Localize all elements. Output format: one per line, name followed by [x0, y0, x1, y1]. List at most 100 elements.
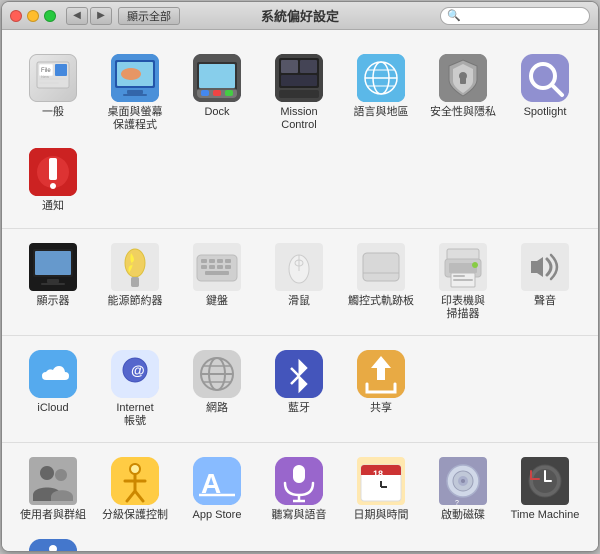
sound-icon: [521, 243, 569, 291]
hardware-grid: 顯示器 能源節約器: [14, 237, 586, 327]
icon-printer[interactable]: 印表機與掃描器: [424, 237, 502, 327]
internet-label: Internet帳號: [116, 402, 153, 428]
personal-grid: File New 一般: [14, 48, 586, 220]
dictation-label: 聽寫與語音: [272, 509, 327, 522]
trackpad-label: 觸控式軌跡板: [348, 295, 414, 308]
display-icon: [29, 243, 77, 291]
svg-text:18: 18: [373, 469, 383, 479]
icon-dictation[interactable]: 聽寫與語音: [260, 451, 338, 528]
accessibility-icon: [29, 539, 77, 552]
security-icon: [439, 54, 487, 102]
back-button[interactable]: ◀: [66, 7, 88, 25]
section-system: 使用者與群組 分級保護控制: [2, 443, 598, 551]
icon-energy[interactable]: 能源節約器: [96, 237, 174, 327]
icloud-label: iCloud: [37, 402, 68, 415]
display-label: 顯示器: [37, 295, 70, 308]
mission-icon: [275, 54, 323, 102]
maximize-button[interactable]: [44, 10, 56, 22]
icon-general[interactable]: File New 一般: [14, 48, 92, 138]
keyboard-label: 鍵盤: [206, 295, 228, 308]
icon-network[interactable]: 網路: [178, 344, 256, 434]
show-all-button[interactable]: 顯示全部: [118, 7, 180, 25]
bluetooth-label: 藍牙: [288, 402, 310, 415]
section-internet: iCloud @ Internet帳號: [2, 336, 598, 443]
title-bar: ◀ ▶ 顯示全部 系統偏好設定 🔍: [2, 2, 598, 30]
icon-users[interactable]: 使用者與群組: [14, 451, 92, 528]
internet-icon: @: [111, 350, 159, 398]
icon-appstore[interactable]: A App Store: [178, 451, 256, 528]
datetime-label: 日期與時間: [354, 509, 409, 522]
language-label: 語言與地區: [354, 106, 409, 119]
network-icon: [193, 350, 241, 398]
content-area: File New 一般: [2, 30, 598, 551]
dictation-icon: [275, 457, 323, 505]
search-input[interactable]: [465, 10, 583, 22]
trackpad-icon: [357, 243, 405, 291]
notification-icon: [29, 148, 77, 196]
icon-mission[interactable]: MissionControl: [260, 48, 338, 138]
dock-label: Dock: [204, 106, 229, 119]
svg-text:?: ?: [455, 500, 459, 505]
icon-mouse[interactable]: 滑鼠: [260, 237, 338, 327]
icon-startup[interactable]: ? 啟動磁碟: [424, 451, 502, 528]
icon-dock[interactable]: Dock: [178, 48, 256, 138]
language-icon: [357, 54, 405, 102]
section-personal: File New 一般: [2, 40, 598, 229]
timemachine-label: Time Machine: [511, 509, 580, 522]
datetime-icon: 18: [357, 457, 405, 505]
icon-internet[interactable]: @ Internet帳號: [96, 344, 174, 434]
energy-label: 能源節約器: [108, 295, 163, 308]
parental-label: 分級保護控制: [102, 509, 168, 522]
system-grid: 使用者與群組 分級保護控制: [14, 451, 586, 551]
search-box[interactable]: 🔍: [440, 7, 590, 25]
icon-display[interactable]: 顯示器: [14, 237, 92, 327]
search-icon: 🔍: [447, 9, 461, 22]
appstore-label: App Store: [193, 509, 242, 522]
icon-accessibility[interactable]: 輔助使用: [14, 533, 92, 552]
general-label: 一般: [42, 106, 64, 119]
nav-buttons: ◀ ▶: [66, 7, 112, 25]
main-window: ◀ ▶ 顯示全部 系統偏好設定 🔍 File New: [1, 1, 599, 552]
sharing-icon: [357, 350, 405, 398]
notification-label: 通知: [42, 200, 64, 213]
icon-bluetooth[interactable]: 藍牙: [260, 344, 338, 434]
icon-timemachine[interactable]: Time Machine: [506, 451, 584, 528]
spotlight-icon: [521, 54, 569, 102]
users-icon: [29, 457, 77, 505]
keyboard-icon: [193, 243, 241, 291]
icon-spotlight[interactable]: Spotlight: [506, 48, 584, 138]
close-button[interactable]: [10, 10, 22, 22]
energy-icon: [111, 243, 159, 291]
icon-datetime[interactable]: 18 日期與時間: [342, 451, 420, 528]
minimize-button[interactable]: [27, 10, 39, 22]
parental-icon: [111, 457, 159, 505]
dock-icon: [193, 54, 241, 102]
window-title: 系統偏好設定: [261, 6, 339, 25]
icon-keyboard[interactable]: 鍵盤: [178, 237, 256, 327]
internet-grid: iCloud @ Internet帳號: [14, 344, 586, 434]
icon-sharing[interactable]: 共享: [342, 344, 420, 434]
icon-notification[interactable]: 通知: [14, 142, 92, 219]
users-label: 使用者與群組: [20, 509, 86, 522]
icon-icloud[interactable]: iCloud: [14, 344, 92, 434]
security-label: 安全性與隱私: [430, 106, 496, 119]
svg-text:@: @: [131, 362, 145, 378]
icon-trackpad[interactable]: 觸控式軌跡板: [342, 237, 420, 327]
mouse-icon: [275, 243, 323, 291]
icon-parental[interactable]: 分級保護控制: [96, 451, 174, 528]
icon-security[interactable]: 安全性與隱私: [424, 48, 502, 138]
general-icon: File New: [29, 54, 77, 102]
forward-button[interactable]: ▶: [90, 7, 112, 25]
timemachine-icon: [521, 457, 569, 505]
desktop-icon: [111, 54, 159, 102]
icon-desktop[interactable]: 桌面與螢幕保護程式: [96, 48, 174, 138]
traffic-lights: [10, 10, 56, 22]
startup-icon: ?: [439, 457, 487, 505]
printer-label: 印表機與掃描器: [441, 295, 485, 321]
startup-label: 啟動磁碟: [441, 509, 485, 522]
icon-language[interactable]: 語言與地區: [342, 48, 420, 138]
desktop-label: 桌面與螢幕保護程式: [108, 106, 163, 132]
icloud-icon: [29, 350, 77, 398]
bluetooth-icon: [275, 350, 323, 398]
icon-sound[interactable]: 聲音: [506, 237, 584, 327]
